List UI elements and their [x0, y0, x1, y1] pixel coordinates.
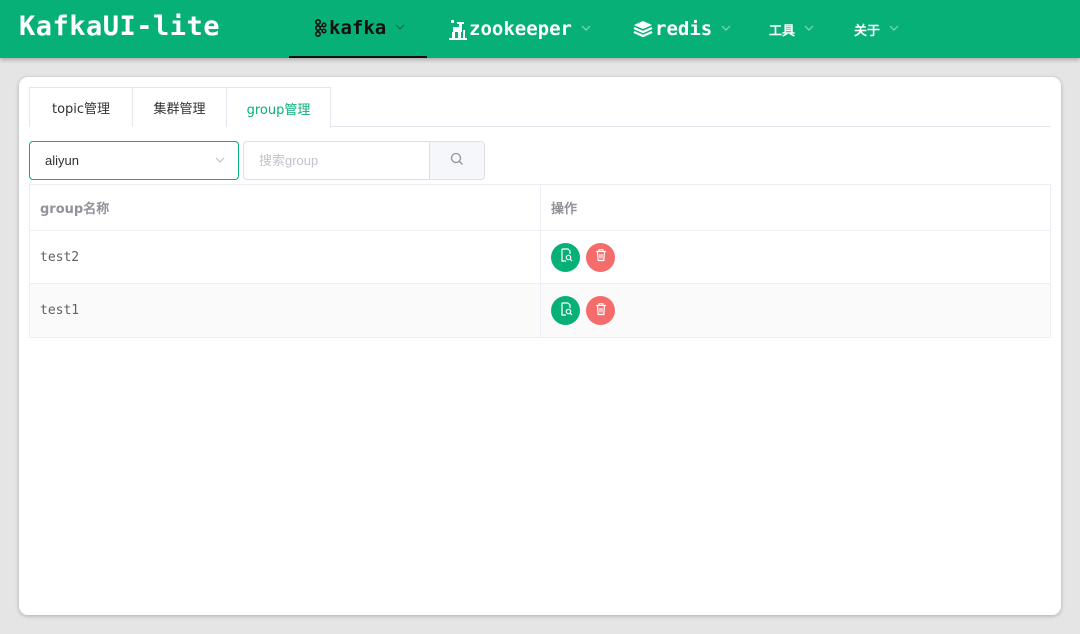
app-title: KafkaUI-lite: [19, 11, 221, 42]
search-input[interactable]: [244, 142, 429, 179]
group-table: group名称 操作 test2 test1: [29, 184, 1051, 338]
nav-item-about[interactable]: 关于: [854, 0, 899, 58]
group-name-cell: test1: [30, 284, 541, 337]
table-row: test1: [30, 284, 1050, 337]
tab-group[interactable]: group管理: [227, 87, 331, 128]
table-header-row: group名称 操作: [30, 185, 1050, 231]
chevron-down-icon: [804, 24, 814, 34]
nav-item-label: kafka: [329, 17, 387, 39]
cluster-select-value: aliyun: [45, 153, 79, 168]
delete-icon: [594, 302, 608, 320]
nav-item-label: zookeeper: [469, 18, 572, 40]
tab-bar: topic管理 集群管理 group管理: [29, 87, 1051, 128]
view-detail-icon: [559, 248, 573, 266]
chevron-down-icon: [721, 24, 731, 34]
chevron-down-icon: [889, 24, 899, 34]
actions-cell: [541, 284, 1050, 337]
table-row: test2: [30, 231, 1050, 284]
main-panel: topic管理 集群管理 group管理 aliyun group名称 操作 t…: [19, 77, 1061, 615]
nav-item-kafka[interactable]: kafka: [289, 0, 427, 58]
zookeeper-icon: [449, 18, 467, 40]
search-group-field: [243, 141, 485, 180]
column-header-group-name: group名称: [30, 185, 541, 230]
actions-cell: [541, 231, 1050, 283]
nav-item-label: redis: [655, 18, 713, 40]
view-detail-button[interactable]: [551, 296, 580, 325]
tab-topic[interactable]: topic管理: [29, 87, 133, 127]
chevron-down-icon: [395, 23, 405, 33]
nav-item-redis[interactable]: redis: [633, 0, 731, 58]
delete-button[interactable]: [586, 242, 615, 272]
redis-icon: [633, 20, 653, 38]
chevron-down-icon: [581, 24, 591, 34]
view-detail-button[interactable]: [551, 242, 580, 272]
search-button[interactable]: [429, 142, 484, 179]
view-detail-icon: [559, 301, 573, 320]
kafka-icon: [313, 18, 327, 38]
nav-item-zookeeper[interactable]: zookeeper: [449, 0, 591, 58]
column-header-actions: 操作: [551, 202, 578, 217]
nav-item-tools[interactable]: 工具: [769, 0, 814, 58]
group-name-cell: test2: [30, 231, 541, 283]
cluster-select[interactable]: aliyun: [29, 141, 239, 180]
nav-item-label: 关于: [854, 23, 881, 39]
chevron-down-icon: [214, 154, 226, 169]
tab-cluster[interactable]: 集群管理: [133, 87, 227, 127]
nav-item-label: 工具: [769, 23, 796, 39]
delete-icon: [594, 248, 608, 266]
search-icon: [450, 151, 464, 170]
top-navbar: KafkaUI-lite kafka zookeeper redis 工具 关于: [0, 0, 1080, 58]
delete-button[interactable]: [586, 296, 615, 325]
